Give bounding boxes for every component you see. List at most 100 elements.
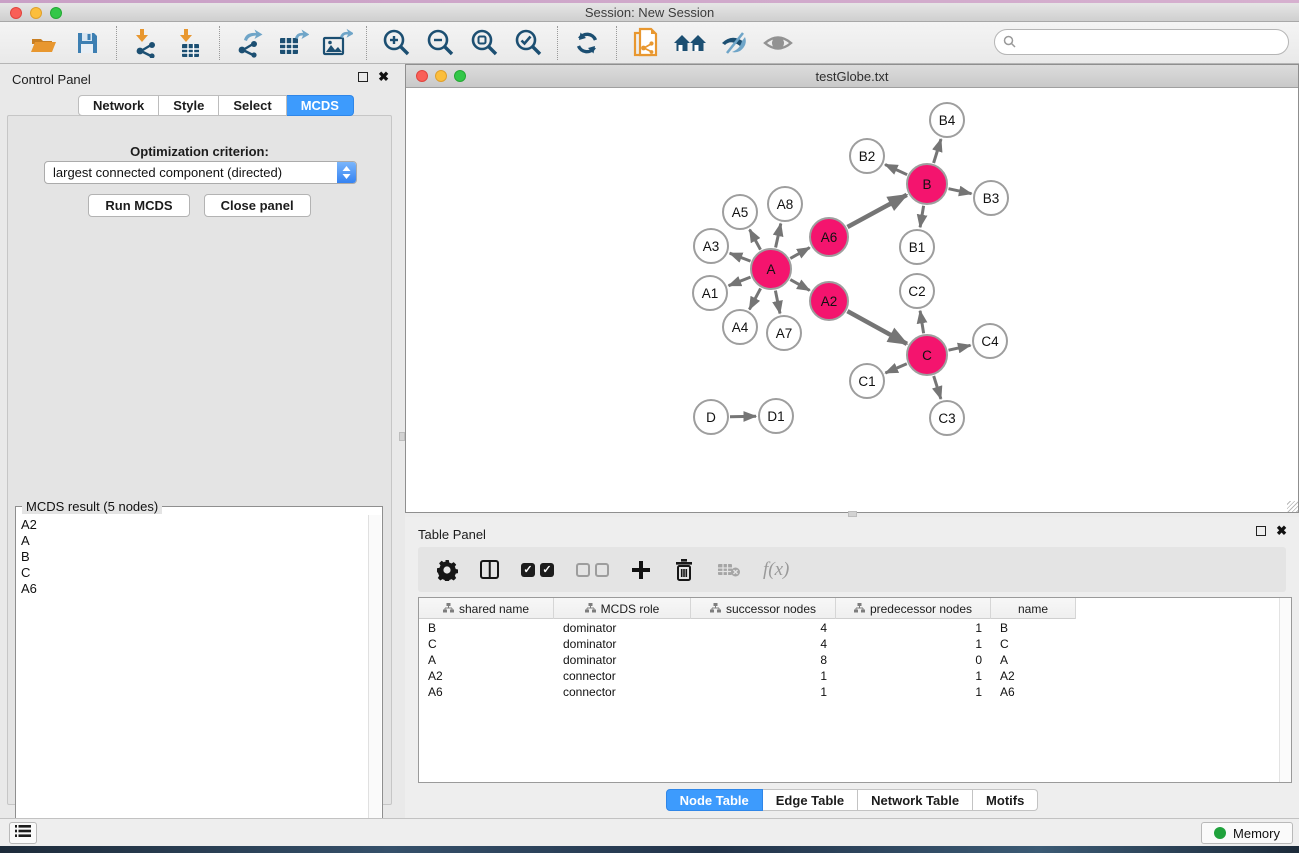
refresh-icon[interactable] xyxy=(570,27,604,59)
table-row[interactable]: Bdominator41B xyxy=(419,620,1291,636)
hide-selected-icon[interactable] xyxy=(717,27,751,59)
zoom-fit-icon[interactable] xyxy=(467,27,501,59)
close-panel-icon[interactable]: ✖ xyxy=(378,72,389,82)
search-input[interactable] xyxy=(994,29,1289,55)
window-title: Session: New Session xyxy=(0,5,1299,20)
edge-A-A2[interactable] xyxy=(790,280,809,291)
edge-A6-B[interactable] xyxy=(848,195,907,227)
export-network-icon[interactable] xyxy=(232,27,266,59)
table-header-row: shared nameMCDS rolesuccessor nodesprede… xyxy=(419,598,1076,619)
tab-network[interactable]: Network xyxy=(78,95,159,116)
toolbar-group xyxy=(117,27,219,59)
table-row[interactable]: Adominator80A xyxy=(419,652,1291,668)
column-header-MCDS-role[interactable]: MCDS role xyxy=(554,598,691,619)
edge-A-A8[interactable] xyxy=(776,224,781,248)
network-graph: B4B2BB3A5A8A6A3B1AC2A1A2A4A7C4CC1C3DD1 xyxy=(406,88,1298,512)
node-label-B: B xyxy=(922,177,931,192)
import-table-icon[interactable] xyxy=(173,27,207,59)
first-neighbors-icon[interactable] xyxy=(673,27,707,59)
hierarchy-icon xyxy=(710,602,721,616)
edge-C-C1[interactable] xyxy=(885,364,906,373)
main-toolbar xyxy=(0,22,1299,64)
edge-C-C3[interactable] xyxy=(934,376,941,399)
edge-C-C2[interactable] xyxy=(920,311,924,334)
column-layout-icon[interactable] xyxy=(480,555,499,585)
status-bar: Memory xyxy=(0,818,1299,846)
network-window-titlebar[interactable]: testGlobe.txt xyxy=(406,65,1298,88)
memory-button[interactable]: Memory xyxy=(1201,822,1293,844)
save-session-icon[interactable] xyxy=(70,27,104,59)
mcds-result-list[interactable]: A2ABCA6 xyxy=(17,515,369,847)
select-all-icon[interactable]: ✓✓ xyxy=(521,555,554,585)
node-label-C1: C1 xyxy=(858,374,875,389)
export-table-icon[interactable] xyxy=(276,27,310,59)
float-panel-icon[interactable] xyxy=(358,72,368,82)
result-scrollbar[interactable] xyxy=(368,515,381,847)
close-panel-button[interactable]: Close panel xyxy=(204,194,311,217)
node-label-A6: A6 xyxy=(821,230,838,245)
add-row-icon[interactable] xyxy=(631,555,651,585)
zoom-in-icon[interactable] xyxy=(379,27,413,59)
tab-mcds[interactable]: MCDS xyxy=(287,95,354,116)
tab-network-table[interactable]: Network Table xyxy=(858,789,973,811)
edge-A-A4[interactable] xyxy=(749,288,760,309)
search-icon xyxy=(1003,35,1016,53)
zoom-selected-icon[interactable] xyxy=(511,27,545,59)
tab-node-table[interactable]: Node Table xyxy=(666,789,763,811)
edge-B-B4[interactable] xyxy=(934,139,941,163)
table-cell: dominator xyxy=(554,637,691,651)
control-panel-title: Control Panel xyxy=(12,72,91,87)
result-list-item[interactable]: A2 xyxy=(21,517,369,533)
table-cell: B xyxy=(991,621,1076,635)
close-table-panel-icon[interactable]: ✖ xyxy=(1276,526,1287,536)
edge-A-A1[interactable] xyxy=(729,277,751,286)
result-list-item[interactable]: A xyxy=(21,533,369,549)
table-row[interactable]: A6connector11A6 xyxy=(419,684,1291,700)
result-list-item[interactable]: C xyxy=(21,565,369,581)
deselect-all-icon[interactable] xyxy=(576,555,609,585)
network-canvas[interactable]: B4B2BB3A5A8A6A3B1AC2A1A2A4A7C4CC1C3DD1 xyxy=(406,88,1298,512)
column-header-predecessor-nodes[interactable]: predecessor nodes xyxy=(836,598,991,619)
table-cell: 1 xyxy=(691,669,836,683)
tab-select[interactable]: Select xyxy=(219,95,286,116)
import-network-icon[interactable] xyxy=(129,27,163,59)
show-hidden-icon[interactable] xyxy=(761,27,795,59)
table-row[interactable]: A2connector11A2 xyxy=(419,668,1291,684)
column-header-shared-name[interactable]: shared name xyxy=(419,598,554,619)
table-scrollbar[interactable] xyxy=(1279,598,1291,782)
task-history-button[interactable] xyxy=(9,822,37,844)
run-mcds-button[interactable]: Run MCDS xyxy=(88,194,189,217)
new-network-selection-icon[interactable] xyxy=(629,27,663,59)
edge-A-A7[interactable] xyxy=(775,291,780,314)
result-list-item[interactable]: A6 xyxy=(21,581,369,597)
maximize-window-button[interactable] xyxy=(50,7,62,19)
table-tabs: Node TableEdge TableNetwork TableMotifs xyxy=(405,789,1299,811)
export-image-icon[interactable] xyxy=(320,27,354,59)
edge-B-B3[interactable] xyxy=(949,189,972,194)
edge-A-A3[interactable] xyxy=(730,253,751,261)
float-table-panel-icon[interactable] xyxy=(1256,526,1266,536)
result-list-item[interactable]: B xyxy=(21,549,369,565)
network-resize-grip[interactable] xyxy=(1287,501,1298,512)
column-header-name[interactable]: name xyxy=(991,598,1076,619)
tab-motifs[interactable]: Motifs xyxy=(973,789,1038,811)
minimize-window-button[interactable] xyxy=(30,7,42,19)
control-panel: Control Panel ✖ NetworkStyleSelectMCDS O… xyxy=(0,64,399,818)
table-row[interactable]: Cdominator41C xyxy=(419,636,1291,652)
window-controls xyxy=(10,7,62,19)
zoom-out-icon[interactable] xyxy=(423,27,457,59)
tab-edge-table[interactable]: Edge Table xyxy=(763,789,858,811)
edge-B-B1[interactable] xyxy=(920,206,924,228)
column-header-successor-nodes[interactable]: successor nodes xyxy=(691,598,836,619)
tab-style[interactable]: Style xyxy=(159,95,219,116)
edge-A2-C[interactable] xyxy=(847,311,907,344)
edge-A-A5[interactable] xyxy=(750,230,761,250)
settings-gear-icon[interactable] xyxy=(436,555,458,585)
criterion-dropdown[interactable]: largest connected component (directed) xyxy=(44,161,357,184)
edge-A-A6[interactable] xyxy=(790,248,809,259)
edge-C-C4[interactable] xyxy=(949,345,971,350)
open-session-icon[interactable] xyxy=(26,27,60,59)
edge-B-B2[interactable] xyxy=(885,165,907,175)
delete-row-icon[interactable] xyxy=(673,555,695,585)
close-window-button[interactable] xyxy=(10,7,22,19)
